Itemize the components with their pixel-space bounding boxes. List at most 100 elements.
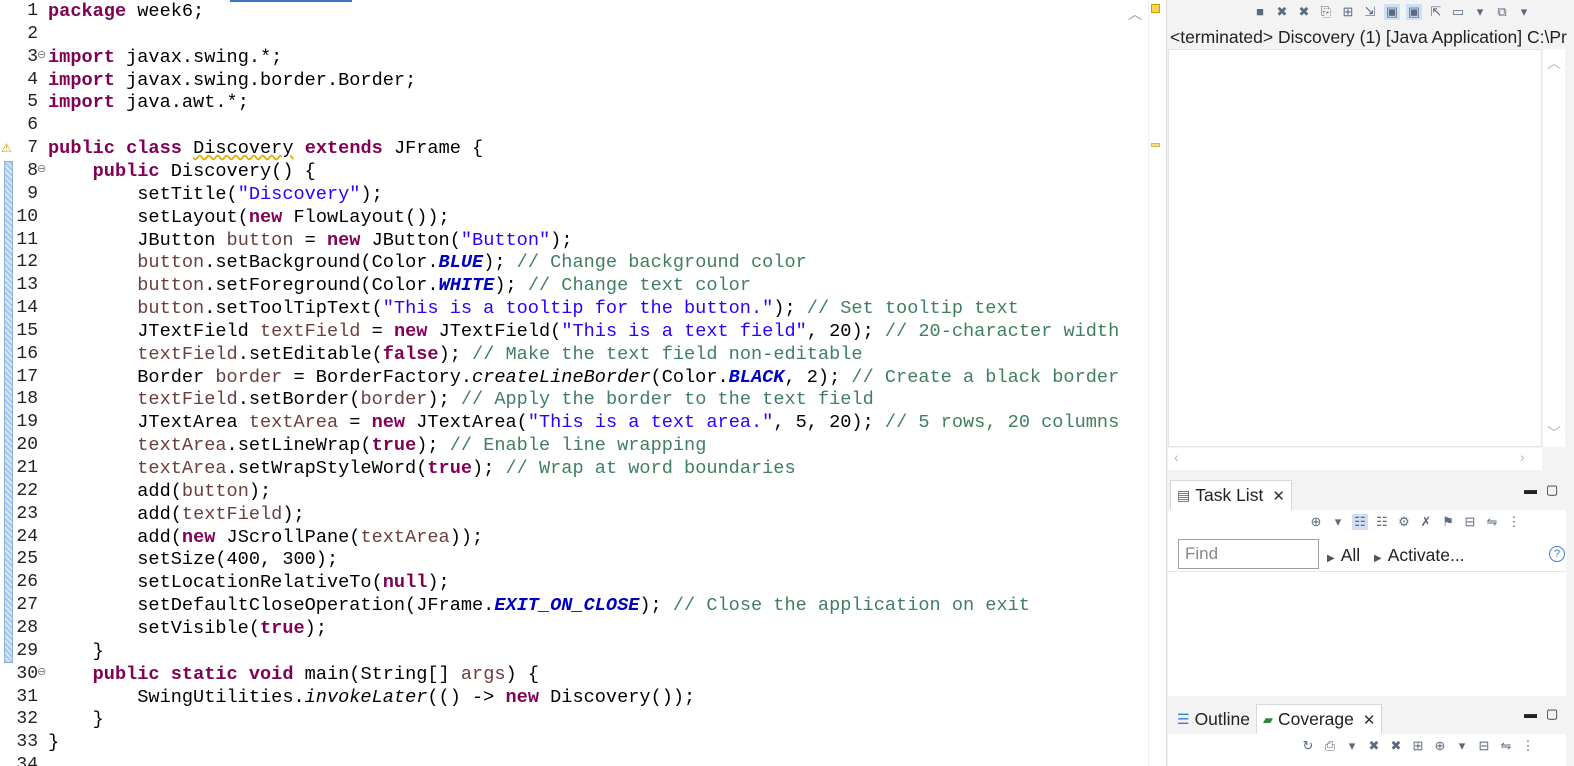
code-line[interactable]: 18 textField.setBorder(border); // Apply… [0,388,1126,411]
more-options-icon[interactable]: ⋮ [1506,514,1522,530]
code-text[interactable]: textField.setBorder(border); // Apply th… [48,389,873,410]
code-text[interactable]: public class Discovery extends JFrame { [48,138,483,159]
link-with-editor-icon[interactable]: ⇋ [1498,738,1514,754]
more-options-icon[interactable]: ⋮ [1520,738,1536,754]
code-line[interactable]: 28 setVisible(true); [0,617,1126,640]
console-output-area[interactable] [1168,49,1542,447]
merge-sessions-icon[interactable]: ⊞ [1410,738,1426,754]
code-text[interactable]: add(button); [48,481,271,502]
remove-all-sessions-icon[interactable]: ✖ [1388,738,1404,754]
code-text[interactable]: Border border = BorderFactory.createLine… [48,367,1119,388]
code-line[interactable]: 14 button.setToolTipText("This is a tool… [0,297,1126,320]
tab-task-list[interactable]: ▤ Task List ✕ [1170,480,1292,510]
code-line[interactable]: 3 ⊖ import javax.swing.*; [0,46,1126,69]
code-text[interactable]: button.setToolTipText("This is a tooltip… [48,298,1019,319]
code-line[interactable]: 1 package week6; [0,0,1126,23]
code-line[interactable]: 8 ⊖ public Discovery() { [0,160,1126,183]
code-line[interactable]: 31 SwingUtilities.invokeLater(() -> new … [0,686,1126,709]
code-text[interactable]: textArea.setWrapStyleWord(true); // Wrap… [48,458,795,479]
code-line[interactable]: 11 JButton button = new JButton("Button"… [0,229,1126,252]
code-text[interactable]: } [48,709,104,730]
categorized-icon[interactable]: ☷ [1352,514,1368,530]
word-wrap-icon[interactable]: ⇲ [1362,4,1378,20]
code-line[interactable]: 27 setDefaultCloseOperation(JFrame.EXIT_… [0,594,1126,617]
code-line[interactable]: 21 textArea.setWrapStyleWord(true); // W… [0,457,1126,480]
code-line[interactable]: 23 add(textField); [0,503,1126,526]
code-text[interactable]: setSize(400, 300); [48,549,338,570]
code-text[interactable]: setLayout(new FlowLayout()); [48,207,449,228]
open-console-icon[interactable]: ⧉ [1494,4,1510,20]
code-line[interactable]: 12 button.setBackground(Color.BLUE); // … [0,251,1126,274]
clear-console-icon[interactable]: ⎘ [1318,4,1334,20]
code-line[interactable]: 22 add(button); [0,480,1126,503]
code-text[interactable]: add(textField); [48,504,304,525]
scheduled-icon[interactable]: ☷ [1374,514,1390,530]
code-line[interactable]: 19 JTextArea textArea = new JTextArea("T… [0,411,1126,434]
close-icon[interactable]: ✕ [1363,711,1376,729]
code-line[interactable]: 16 textField.setEditable(false); // Make… [0,343,1126,366]
code-text[interactable]: import javax.swing.*; [48,47,282,68]
chevron-down-icon[interactable]: ▾ [1330,514,1346,530]
focus-icon[interactable]: ⚑ [1440,514,1456,530]
minimize-icon[interactable]: ▬ [1524,482,1537,497]
overview-warning-marker[interactable] [1151,143,1160,147]
code-text[interactable]: public static void main(String[] args) { [48,664,539,685]
scroll-lock-icon[interactable]: ⊞ [1340,4,1356,20]
code-line[interactable]: 15 JTextField textField = new JTextField… [0,320,1126,343]
code-text[interactable]: setDefaultCloseOperation(JFrame.EXIT_ON_… [48,595,1030,616]
code-line[interactable]: 5 import java.awt.*; [0,91,1126,114]
code-line[interactable]: 24 add(new JScrollPane(textArea)); [0,526,1126,549]
code-text[interactable]: JButton button = new JButton("Button"); [48,230,572,251]
code-text[interactable]: add(new JScrollPane(textArea)); [48,527,483,548]
warning-summary-icon[interactable] [1151,4,1160,13]
code-line[interactable]: 29 } [0,640,1126,663]
sync-icon[interactable]: ⚙ [1396,514,1412,530]
show-console-stdout-icon[interactable]: ▣ [1384,4,1400,20]
code-text[interactable]: setLocationRelativeTo(null); [48,572,449,593]
remove-session-icon[interactable]: ✖ [1366,738,1382,754]
tab-coverage[interactable]: ▰ Coverage ✕ [1256,704,1383,734]
relaunch-coverage-icon[interactable]: ↻ [1300,738,1316,754]
editor-vertical-scrollbar[interactable] [1126,0,1148,766]
overview-ruler[interactable] [1148,0,1162,766]
code-line[interactable]: 34 [0,754,1126,766]
code-text[interactable]: SwingUtilities.invokeLater(() -> new Dis… [48,687,695,708]
console-vertical-scrollbar[interactable]: ︿ ﹀ [1543,49,1565,447]
code-line[interactable]: 6 [0,114,1126,137]
code-line[interactable]: 2 [0,23,1126,46]
code-text[interactable]: JTextArea textArea = new JTextArea("This… [48,412,1119,433]
code-line[interactable]: 4 import javax.swing.border.Border; [0,69,1126,92]
code-line[interactable]: 13 button.setForeground(Color.WHITE); //… [0,274,1126,297]
code-text[interactable]: } [48,641,104,662]
hide-completed-icon[interactable]: ✗ [1418,514,1434,530]
filter-activate-link[interactable]: ▶ Activate... [1374,545,1465,566]
console-horizontal-scrollbar[interactable]: ‹ › [1168,448,1542,470]
code-text[interactable]: textField.setEditable(false); // Make th… [48,344,862,365]
maximize-icon[interactable]: ▢ [1546,706,1558,722]
find-input[interactable] [1178,539,1319,569]
scroll-right-arrow-icon[interactable]: › [1520,449,1525,465]
code-line[interactable]: 30 ⊖ public static void main(String[] arg… [0,663,1126,686]
new-task-icon[interactable]: ⊕ [1308,514,1324,530]
fold-toggle-icon[interactable]: ⊖ [37,665,47,678]
code-line[interactable]: 20 textArea.setLineWrap(true); // Enable… [0,434,1126,457]
link-icon[interactable]: ⇋ [1484,514,1500,530]
collapse-all-icon[interactable]: ⊟ [1476,738,1492,754]
code-text[interactable]: button.setBackground(Color.BLUE); // Cha… [48,252,807,273]
chevron-down-icon[interactable]: ▾ [1344,738,1360,754]
code-text[interactable]: import javax.swing.border.Border; [48,70,416,91]
code-text[interactable]: public Discovery() { [48,161,316,182]
terminate-icon[interactable]: ■ [1252,4,1268,20]
code-text[interactable]: JTextField textField = new JTextField("T… [48,321,1119,342]
filter-all-link[interactable]: ▶ All [1327,545,1360,566]
minimize-icon[interactable]: ▬ [1524,706,1537,721]
collapse-all-icon[interactable]: ⊟ [1462,514,1478,530]
task-list-content[interactable] [1168,571,1566,696]
scroll-up-arrow-icon[interactable]: ︿ [1128,4,1142,24]
code-text[interactable]: import java.awt.*; [48,92,249,113]
display-selected-console-icon[interactable]: ▭ [1450,4,1466,20]
code-text[interactable]: package week6; [48,1,204,22]
chevron-down-icon[interactable]: ▾ [1516,4,1532,20]
code-text[interactable]: setTitle("Discovery"); [48,184,383,205]
chevron-down-icon[interactable]: ▾ [1472,4,1488,20]
